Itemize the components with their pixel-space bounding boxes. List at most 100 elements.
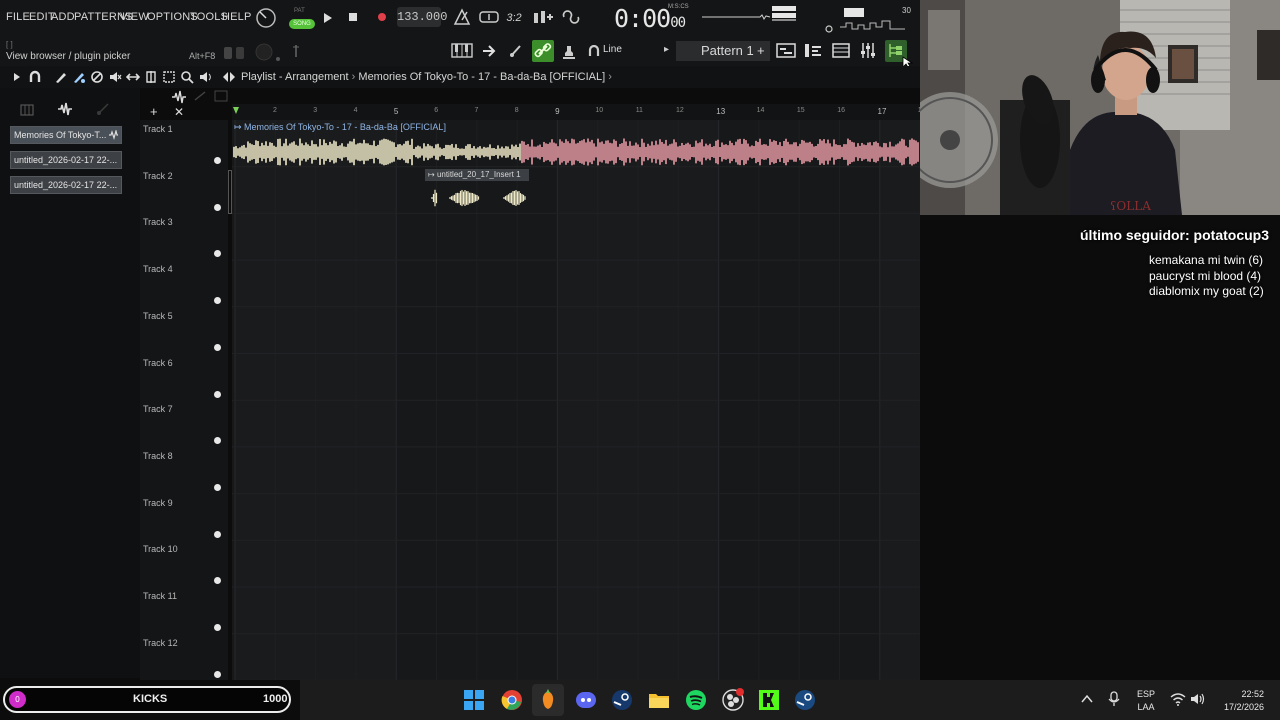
playlist-grid[interactable] bbox=[232, 120, 920, 680]
playlist-window-icon[interactable] bbox=[776, 42, 796, 59]
menu-help[interactable]: HELP bbox=[222, 11, 252, 23]
blend-notes-icon[interactable] bbox=[532, 9, 554, 25]
pattern-select-chevron-icon[interactable]: ▸ bbox=[664, 44, 669, 55]
track-name[interactable]: Track 3 bbox=[143, 217, 173, 227]
brush-icon[interactable] bbox=[508, 43, 524, 59]
menu-file[interactable]: FILE bbox=[6, 11, 30, 23]
tempo-display[interactable]: 133.000 bbox=[397, 7, 447, 27]
kick-icon[interactable] bbox=[757, 688, 781, 712]
track-mute-indicator[interactable] bbox=[214, 530, 221, 538]
picker-clip-item[interactable]: untitled_2026-02-17 22-... bbox=[10, 151, 122, 169]
close-icon[interactable]: ✕ bbox=[174, 105, 184, 119]
fl-studio-icon[interactable] bbox=[536, 688, 560, 712]
pat-song-toggle[interactable]: PAT SONG bbox=[289, 6, 315, 30]
play-icon[interactable] bbox=[323, 12, 333, 24]
spotify-icon[interactable] bbox=[684, 688, 708, 712]
delete-tool-icon[interactable] bbox=[90, 70, 104, 84]
snap-select[interactable]: Line bbox=[603, 42, 673, 58]
mute-tool-icon[interactable] bbox=[108, 70, 122, 84]
track-mute-indicator[interactable] bbox=[214, 250, 221, 258]
magnet-icon[interactable] bbox=[28, 70, 42, 84]
record-icon[interactable] bbox=[377, 12, 387, 22]
menu-view[interactable]: VIEW bbox=[120, 11, 149, 23]
track-name[interactable]: Track 11 bbox=[143, 591, 177, 601]
audio-mode-icon[interactable] bbox=[171, 90, 187, 104]
track-mute-indicator[interactable] bbox=[214, 624, 221, 631]
magnet-snap-icon[interactable] bbox=[588, 45, 600, 57]
system-clock[interactable]: 22:52 17/2/2026 bbox=[1218, 688, 1264, 714]
volume-icon[interactable] bbox=[1190, 692, 1206, 706]
picker-automation-icon[interactable] bbox=[96, 102, 110, 116]
picker-clip-item[interactable]: untitled_2026-02-17 22-... bbox=[10, 176, 122, 194]
zoom-tool-icon[interactable] bbox=[180, 70, 194, 84]
track-mute-indicator[interactable] bbox=[214, 670, 221, 678]
steam-2-icon[interactable] bbox=[793, 688, 817, 712]
track-name[interactable]: Track 7 bbox=[143, 404, 173, 414]
channel-rack-icon[interactable] bbox=[803, 42, 823, 59]
picker-clip-item[interactable]: Memories Of Tokyo-T... bbox=[10, 126, 122, 144]
picker-audio-icon[interactable] bbox=[57, 102, 73, 116]
automation-mode-icon[interactable] bbox=[193, 90, 207, 102]
track-name[interactable]: Track 1 bbox=[143, 124, 173, 134]
chrome-icon[interactable] bbox=[500, 688, 524, 712]
loop-record-icon[interactable] bbox=[560, 9, 582, 25]
track-mute-indicator[interactable] bbox=[214, 577, 221, 585]
piano-roll-window-icon[interactable] bbox=[831, 42, 851, 59]
track-name[interactable]: Track 10 bbox=[143, 544, 178, 554]
paint-icon[interactable] bbox=[72, 70, 86, 84]
input-language[interactable]: ESP LAA bbox=[1137, 688, 1155, 714]
track-mute-indicator[interactable] bbox=[214, 203, 221, 211]
main-pitch-slider-icon[interactable] bbox=[292, 44, 300, 58]
playback-tool-icon[interactable] bbox=[198, 70, 212, 84]
scroll-arrows-icon[interactable] bbox=[222, 71, 236, 83]
master-volume-knob-icon[interactable] bbox=[255, 7, 277, 29]
playhead-marker-icon[interactable] bbox=[232, 106, 240, 116]
mixer-icon[interactable] bbox=[858, 42, 878, 59]
pattern-mode-icon[interactable] bbox=[214, 90, 228, 102]
add-pattern-button[interactable]: + bbox=[757, 43, 765, 58]
track-mute-indicator[interactable] bbox=[214, 297, 221, 305]
wifi-icon[interactable] bbox=[1170, 692, 1186, 706]
file-explorer-icon[interactable] bbox=[647, 688, 671, 712]
metronome-icon[interactable] bbox=[452, 8, 472, 26]
recorded-clip-label[interactable]: ↦ untitled_20_17_Insert 1 bbox=[425, 169, 529, 181]
stamp-icon[interactable] bbox=[560, 42, 578, 60]
pattern-selector[interactable]: Pattern 1 bbox=[676, 41, 770, 61]
track-name[interactable]: Track 6 bbox=[143, 358, 173, 368]
track-mute-indicator[interactable] bbox=[214, 437, 221, 445]
link-toggle[interactable] bbox=[532, 40, 554, 62]
menu-add[interactable]: ADD bbox=[51, 11, 75, 23]
track-mute-indicator[interactable] bbox=[214, 157, 221, 164]
track-name[interactable]: Track 12 bbox=[143, 638, 178, 648]
wait-for-input-icon[interactable] bbox=[478, 9, 500, 25]
slice-tool-icon[interactable] bbox=[144, 70, 158, 84]
windows-icon[interactable] bbox=[463, 689, 487, 713]
track-name[interactable]: Track 9 bbox=[143, 498, 173, 508]
add-track-icon[interactable]: + bbox=[150, 104, 158, 119]
picker-pattern-icon[interactable] bbox=[20, 104, 34, 116]
timeline-ruler[interactable]: 23456789101112131415161718 bbox=[232, 104, 926, 120]
track-name[interactable]: Track 8 bbox=[143, 451, 173, 461]
countdown-icon[interactable]: 3:2 bbox=[504, 8, 524, 28]
slip-tool-icon[interactable] bbox=[126, 70, 140, 84]
obs-icon[interactable] bbox=[721, 688, 745, 712]
pencil-icon[interactable] bbox=[54, 70, 68, 84]
audio-clip-waveform[interactable] bbox=[232, 134, 920, 170]
select-tool-icon[interactable] bbox=[162, 70, 176, 84]
playlist-menu-arrow-icon[interactable] bbox=[12, 72, 22, 82]
track-mute-indicator[interactable] bbox=[214, 390, 221, 398]
track-name[interactable]: Track 2 bbox=[143, 171, 173, 181]
webcam-feed: ʕOLLA bbox=[920, 0, 1280, 215]
track-mute-indicator[interactable] bbox=[214, 483, 221, 491]
track-mute-indicator[interactable] bbox=[214, 343, 221, 351]
track-name[interactable]: Track 4 bbox=[143, 264, 173, 274]
discord-icon[interactable] bbox=[574, 688, 598, 712]
stop-icon[interactable] bbox=[349, 13, 358, 22]
steam-icon[interactable] bbox=[610, 688, 634, 712]
arrow-right-icon[interactable] bbox=[481, 43, 497, 59]
microphone-icon[interactable] bbox=[1108, 691, 1120, 707]
recorded-clip-waveform[interactable] bbox=[426, 182, 530, 214]
chevron-up-icon[interactable] bbox=[1081, 694, 1093, 704]
piano-roll-icon[interactable] bbox=[451, 42, 473, 59]
track-name[interactable]: Track 5 bbox=[143, 311, 173, 321]
